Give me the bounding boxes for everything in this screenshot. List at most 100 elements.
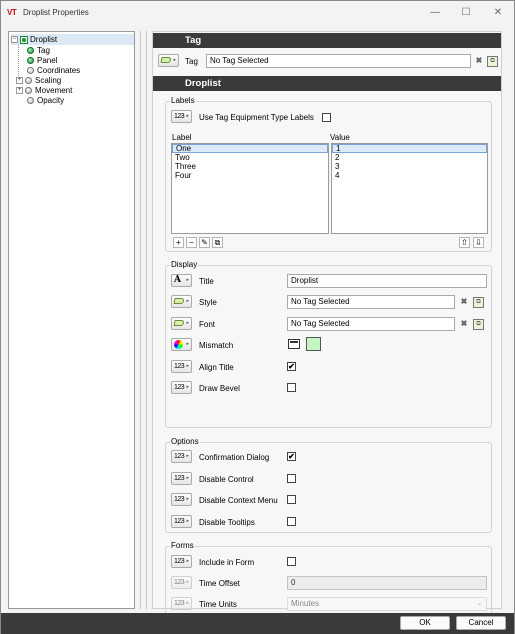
tree-item-droplist[interactable]: − Droplist (11, 34, 134, 45)
use-labels-menu-button[interactable]: 123 ▸ (171, 110, 192, 123)
draw-bevel-menu-button[interactable]: 123 ▸ (171, 381, 192, 394)
disable-control-checkbox[interactable] (287, 474, 296, 483)
align-title-checkbox[interactable]: ✔ (287, 362, 296, 371)
style-menu-button[interactable]: ▸ (171, 295, 192, 308)
title-input[interactable]: Droplist (287, 274, 487, 288)
list-item[interactable]: Three (172, 162, 328, 171)
time-units-select: Minutes ⌄ (287, 597, 487, 611)
values-list[interactable]: 1 2 3 4 (331, 143, 488, 234)
group-title: Display (170, 260, 199, 269)
window-title: Droplist Properties (23, 8, 89, 17)
close-button[interactable]: ✕ (484, 4, 512, 22)
color-wheel-icon (174, 340, 183, 349)
clear-font-icon[interactable]: ✖ (458, 318, 470, 330)
draw-bevel-checkbox[interactable] (287, 383, 296, 392)
tree-item-label: Opacity (37, 96, 65, 105)
color-picker-icon[interactable] (288, 339, 300, 349)
mismatch-color-swatch[interactable] (306, 337, 321, 351)
style-label: Style (199, 298, 217, 307)
disable-context-label: Disable Context Menu (199, 496, 278, 505)
minimize-button[interactable]: — (421, 4, 449, 22)
list-item[interactable]: 2 (332, 153, 487, 162)
disable-control-label: Disable Control (199, 475, 254, 484)
mismatch-menu-button[interactable]: ▸ (171, 338, 192, 351)
tag-label: Tag (185, 57, 198, 66)
group-title: Options (170, 437, 200, 446)
maximize-button[interactable]: ☐ (452, 4, 480, 22)
list-item[interactable]: 3 (332, 162, 487, 171)
label-column-header: Label (172, 133, 192, 142)
time-offset-label: Time Offset (199, 579, 240, 588)
opacity-node-icon (27, 97, 34, 105)
group-title: Forms (170, 541, 195, 550)
tree-item-label: Scaling (35, 76, 62, 85)
remove-row-button[interactable]: − (186, 237, 197, 248)
align-title-label: Align Title (199, 363, 234, 372)
browse-tag-icon[interactable]: ⧉ (487, 56, 498, 67)
time-offset-menu-button: 123 ▸ (171, 576, 192, 589)
align-title-menu-button[interactable]: 123 ▸ (171, 360, 192, 373)
include-form-checkbox[interactable] (287, 557, 296, 566)
disable-tooltips-checkbox[interactable] (287, 517, 296, 526)
scaling-node-icon (25, 77, 32, 85)
add-row-button[interactable]: + (173, 237, 184, 248)
move-down-button[interactable]: ⇩ (473, 237, 484, 248)
disable-control-menu-button[interactable]: 123 ▸ (171, 472, 192, 485)
include-form-label: Include in Form (199, 558, 255, 567)
list-item[interactable]: 1 (332, 144, 487, 153)
style-input[interactable]: No Tag Selected (287, 295, 455, 309)
list-item[interactable]: Two (172, 153, 328, 162)
labels-list[interactable]: One Two Three Four (171, 143, 329, 234)
options-group: Options 123 ▸ Confirmation Dialog ✔ 123 ▸ … (165, 437, 492, 533)
edit-row-button[interactable]: ✎ (199, 237, 210, 248)
movement-node-icon (25, 87, 32, 95)
title-bar: VT Droplist Properties — ☐ ✕ (1, 1, 514, 25)
disable-context-checkbox[interactable] (287, 495, 296, 504)
collapse-icon[interactable]: − (11, 36, 18, 44)
confirmation-menu-button[interactable]: 123 ▸ (171, 450, 192, 463)
tag-menu-button[interactable]: ▸ (158, 54, 179, 67)
cancel-button[interactable]: Cancel (456, 616, 506, 630)
title-menu-button[interactable]: A ▸ (171, 274, 192, 287)
property-tree[interactable]: − Droplist Tag Panel Coordinates + Scaling… (8, 31, 135, 609)
paste-rows-button[interactable]: ⧉ (212, 237, 223, 248)
droplist-section-header: Droplist (153, 76, 501, 91)
expand-icon[interactable]: + (16, 77, 23, 85)
tree-item-label: Panel (37, 56, 58, 65)
pane-splitter[interactable] (140, 31, 147, 609)
tag-input[interactable]: No Tag Selected (206, 54, 471, 68)
tag-section-header: Tag (153, 33, 501, 48)
expand-icon[interactable]: + (16, 87, 23, 95)
tree-item-label: Tag (37, 46, 50, 55)
chevron-down-icon: ⌄ (476, 601, 482, 607)
font-input[interactable]: No Tag Selected (287, 317, 455, 331)
tree-item-label: Droplist (30, 35, 58, 44)
browse-style-icon[interactable]: ⧉ (473, 297, 484, 308)
confirmation-checkbox[interactable]: ✔ (287, 452, 296, 461)
title-label: Title (199, 277, 214, 286)
disable-context-menu-button[interactable]: 123 ▸ (171, 493, 192, 506)
browse-font-icon[interactable]: ⧉ (473, 319, 484, 330)
labels-group: Labels 123 ▸ Use Tag Equipment Type Label… (165, 96, 492, 252)
list-item[interactable]: 4 (332, 171, 487, 180)
use-labels-checkbox[interactable] (322, 113, 331, 122)
font-menu-button[interactable]: ▸ (171, 317, 192, 330)
disable-tooltips-menu-button[interactable]: 123 ▸ (171, 515, 192, 528)
display-group: Display A ▸ Title Droplist ▸ Style No Tag… (165, 260, 492, 428)
droplist-icon (20, 35, 28, 44)
include-form-menu-button[interactable]: 123 ▸ (171, 555, 192, 568)
tree-item-opacity[interactable]: Opacity (27, 95, 64, 106)
ok-button[interactable]: OK (400, 616, 450, 630)
group-title: Labels (170, 96, 196, 105)
clear-tag-icon[interactable]: ✖ (473, 55, 485, 67)
list-item[interactable]: One (172, 144, 328, 153)
move-up-button[interactable]: ⇧ (459, 237, 470, 248)
tag-node-icon (27, 47, 34, 55)
clear-style-icon[interactable]: ✖ (458, 296, 470, 308)
tag-icon (173, 320, 185, 326)
list-item[interactable]: Four (172, 171, 328, 180)
tree-item-label: Movement (35, 86, 73, 95)
mismatch-label: Mismatch (199, 341, 234, 350)
time-units-value: Minutes (291, 599, 320, 608)
font-label: Font (199, 320, 216, 329)
